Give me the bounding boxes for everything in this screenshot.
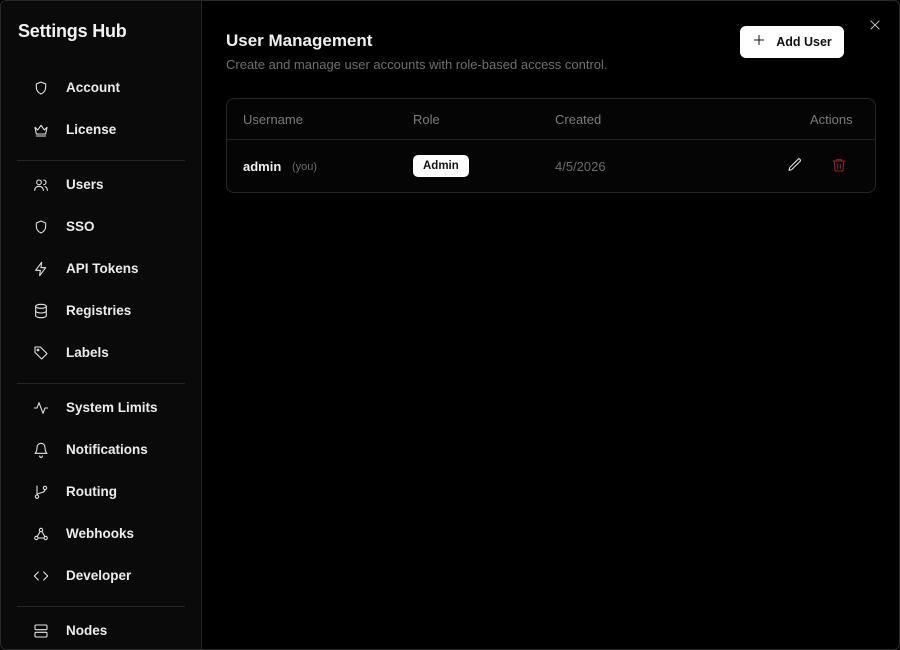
sidebar-item-label: Notifications bbox=[66, 442, 148, 457]
sidebar-item-label: Registries bbox=[66, 303, 132, 318]
plus-icon bbox=[752, 33, 766, 52]
delete-user-button[interactable] bbox=[831, 157, 849, 175]
role-badge: Admin bbox=[413, 155, 469, 177]
trash-icon bbox=[831, 159, 847, 177]
username-cell: admin bbox=[243, 159, 282, 174]
you-tag: (you) bbox=[292, 161, 318, 173]
column-header-role: Role bbox=[413, 112, 440, 127]
sidebar-item-users[interactable]: Users bbox=[17, 167, 185, 203]
shield-icon bbox=[33, 80, 49, 96]
created-cell: 4/5/2026 bbox=[555, 159, 606, 174]
sidebar-item-labels[interactable]: Labels bbox=[17, 335, 185, 371]
sidebar-item-webhooks[interactable]: Webhooks bbox=[17, 516, 185, 552]
tag-icon bbox=[33, 345, 49, 361]
sidebar-item-label: SSO bbox=[66, 219, 95, 234]
webhook-icon bbox=[33, 526, 49, 542]
activity-icon bbox=[33, 400, 49, 416]
lightning-icon bbox=[33, 261, 49, 277]
git-branch-icon bbox=[33, 484, 49, 500]
sidebar-item-label: License bbox=[66, 122, 117, 137]
main-panel: User Management Create and manage user a… bbox=[203, 1, 899, 649]
sidebar-divider bbox=[17, 383, 185, 384]
settings-window: Settings Hub Account License Users SSO A… bbox=[0, 0, 900, 650]
add-user-button[interactable]: Add User bbox=[740, 26, 844, 58]
crown-icon bbox=[33, 122, 49, 138]
close-icon[interactable] bbox=[868, 18, 884, 34]
sidebar-item-notifications[interactable]: Notifications bbox=[17, 432, 185, 468]
sidebar-item-developer[interactable]: Developer bbox=[17, 558, 185, 594]
sidebar-item-sso[interactable]: SSO bbox=[17, 209, 185, 245]
sidebar-item-label: API Tokens bbox=[66, 261, 139, 276]
sidebar-item-routing[interactable]: Routing bbox=[17, 474, 185, 510]
pencil-icon bbox=[787, 158, 803, 177]
page-subtitle: Create and manage user accounts with rol… bbox=[226, 57, 608, 72]
sidebar-item-api-tokens[interactable]: API Tokens bbox=[17, 251, 185, 287]
sidebar-item-registries[interactable]: Registries bbox=[17, 293, 185, 329]
users-table: Username Role Created Actions admin (you… bbox=[226, 98, 876, 193]
sidebar-item-label: Webhooks bbox=[66, 526, 135, 541]
users-icon bbox=[33, 177, 49, 193]
column-header-username: Username bbox=[243, 112, 303, 127]
sidebar-item-system-limits[interactable]: System Limits bbox=[17, 390, 185, 426]
sidebar-item-label: Account bbox=[66, 80, 120, 95]
sidebar: Settings Hub Account License Users SSO A… bbox=[1, 1, 202, 649]
sidebar-item-label: Routing bbox=[66, 484, 117, 499]
page-title: User Management bbox=[226, 31, 373, 50]
sidebar-divider bbox=[17, 160, 185, 161]
code-icon bbox=[33, 568, 49, 584]
sidebar-item-label: Nodes bbox=[66, 623, 108, 638]
sidebar-item-label: Labels bbox=[66, 345, 109, 360]
database-icon bbox=[33, 303, 49, 319]
edit-user-button[interactable] bbox=[787, 157, 805, 175]
sidebar-item-license[interactable]: License bbox=[17, 112, 185, 148]
table-row: admin (you) Admin 4/5/2026 bbox=[227, 141, 875, 193]
sidebar-item-label: Users bbox=[66, 177, 104, 192]
sidebar-item-account[interactable]: Account bbox=[17, 70, 185, 106]
server-icon bbox=[33, 623, 49, 639]
column-header-actions: Actions bbox=[810, 112, 853, 127]
shield-icon bbox=[33, 219, 49, 235]
sidebar-divider bbox=[17, 606, 185, 607]
sidebar-item-label: System Limits bbox=[66, 400, 158, 415]
table-header: Username Role Created Actions bbox=[227, 99, 875, 140]
column-header-created: Created bbox=[555, 112, 602, 127]
add-user-label: Add User bbox=[776, 35, 832, 49]
sidebar-item-label: Developer bbox=[66, 568, 132, 583]
sidebar-title: Settings Hub bbox=[18, 21, 127, 41]
sidebar-item-nodes[interactable]: Nodes bbox=[17, 613, 185, 649]
bell-icon bbox=[33, 442, 49, 458]
